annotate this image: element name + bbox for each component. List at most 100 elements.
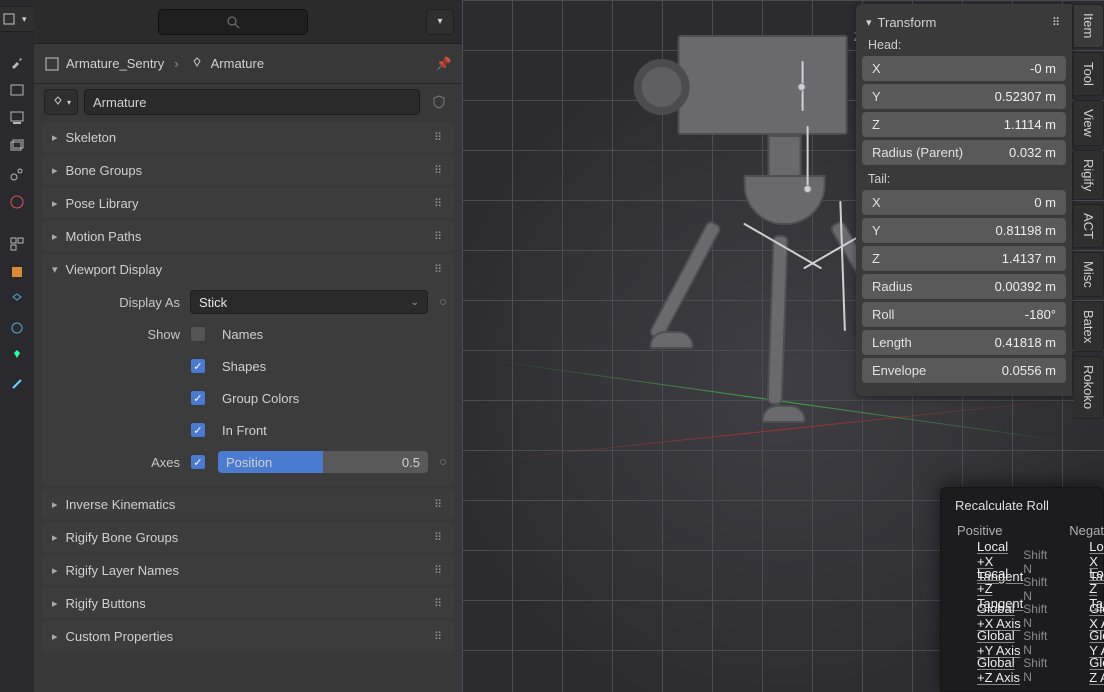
properties-panel: ▾ Armature_Sentry › Armature 📌 ▾ Armatur… (34, 0, 462, 692)
breadcrumb-object[interactable]: Armature_Sentry (44, 56, 164, 72)
panel-motion-paths[interactable]: ▸Motion Paths⠿ (42, 221, 454, 251)
display-as-dropdown[interactable]: Stick ⌄ (190, 290, 428, 314)
show-label: Show (50, 327, 190, 342)
mi-global-ny-axis[interactable]: Global -Y AxisShift N (1067, 629, 1104, 656)
datablock-browse[interactable]: ▾ (44, 89, 78, 115)
chevron-right-icon: ▸ (52, 197, 58, 210)
chevron-right-icon: ▸ (52, 230, 58, 243)
pin-icon[interactable]: 📌 (436, 56, 452, 72)
panel-label: Bone Groups (66, 163, 143, 178)
in-front-label: In Front (222, 423, 267, 438)
collection-icon[interactable] (5, 232, 29, 256)
breadcrumb-object-label: Armature_Sentry (66, 56, 164, 71)
grip-icon[interactable]: ⠿ (434, 197, 444, 210)
panel-label: Rigify Buttons (66, 596, 146, 611)
radius-field[interactable]: Radius0.00392 m (862, 274, 1066, 299)
mi-global-px-axis[interactable]: Global +X AxisShift N (955, 602, 1053, 629)
tab-batex[interactable]: Batex (1074, 301, 1104, 352)
viewlayer-icon[interactable] (5, 134, 29, 158)
shapes-checkbox[interactable] (190, 358, 206, 374)
output-icon[interactable] (5, 106, 29, 130)
grip-icon[interactable]: ⠿ (434, 230, 444, 243)
tail-z-field[interactable]: Z1.4137 m (862, 246, 1066, 271)
chevron-down-icon: ⌄ (411, 297, 419, 308)
armature-name-field[interactable]: Armature (84, 89, 420, 115)
head-z-field[interactable]: Z1.1114 m (862, 112, 1066, 137)
tab-rigify[interactable]: Rigify (1074, 150, 1104, 201)
mi-local-pz-tangent[interactable]: Local +Z TangentShift N (955, 575, 1053, 602)
radius-parent-field[interactable]: Radius (Parent)0.032 m (862, 140, 1066, 165)
grip-icon[interactable]: ⠿ (434, 531, 444, 544)
grip-icon[interactable]: ⠿ (434, 131, 444, 144)
transform-header[interactable]: ▾Transform⠿ (862, 10, 1066, 34)
group-colors-checkbox[interactable] (190, 390, 206, 406)
grip-icon[interactable]: ⠿ (434, 263, 444, 276)
fake-user-icon[interactable] (426, 89, 452, 115)
col-negative: Negative (1067, 523, 1104, 538)
search-input[interactable] (158, 9, 308, 35)
armature-data-icon[interactable] (5, 344, 29, 368)
object-icon[interactable] (5, 260, 29, 284)
left-toolbar: ▾ (0, 0, 34, 692)
length-field[interactable]: Length0.41818 m (862, 330, 1066, 355)
panel-pose-library[interactable]: ▸Pose Library⠿ (42, 188, 454, 218)
chevron-down-icon: ▾ (866, 16, 872, 29)
roll-field[interactable]: Roll-180° (862, 302, 1066, 327)
panel-viewport-display[interactable]: ▾Viewport Display⠿ (42, 254, 454, 284)
head-y-field[interactable]: Y0.52307 m (862, 84, 1066, 109)
anim-dot[interactable] (440, 459, 446, 465)
chevron-right-icon: ▸ (52, 630, 58, 643)
render-icon[interactable] (5, 78, 29, 102)
panel-label: Skeleton (66, 130, 117, 145)
panel-bone-groups[interactable]: ▸Bone Groups⠿ (42, 155, 454, 185)
options-dropdown[interactable]: ▾ (426, 9, 454, 35)
panel-rigify-bone-groups[interactable]: ▸Rigify Bone Groups⠿ (42, 522, 454, 552)
tab-view[interactable]: View (1074, 100, 1104, 146)
panel-label: Rigify Layer Names (66, 563, 179, 578)
panel-skeleton[interactable]: ▸Skeleton⠿ (42, 122, 454, 152)
axes-position-slider[interactable]: Position 0.5 (218, 451, 428, 473)
head-x-field[interactable]: X-0 m (862, 56, 1066, 81)
panel-rigify-layer-names[interactable]: ▸ Rigify Layer Names ⠿ (42, 555, 454, 585)
in-front-checkbox[interactable] (190, 422, 206, 438)
mi-global-pz-axis[interactable]: Global +Z AxisShift N (955, 656, 1053, 683)
envelope-field[interactable]: Envelope0.0556 m (862, 358, 1066, 383)
chevron-right-icon: ▸ (52, 564, 58, 577)
axes-checkbox[interactable] (190, 454, 206, 470)
scene-icon[interactable] (5, 162, 29, 186)
mi-global-nx-axis[interactable]: Global -X AxisShift N (1067, 602, 1104, 629)
grip-icon[interactable]: ⠿ (434, 597, 444, 610)
grip-icon[interactable]: ⠿ (434, 564, 444, 577)
breadcrumb-data[interactable]: Armature (189, 56, 264, 72)
panel-inverse-kinematics[interactable]: ▸Inverse Kinematics⠿ (42, 489, 454, 519)
mi-global-nz-axis[interactable]: Global -Z AxisShift N (1067, 656, 1104, 683)
grip-icon[interactable]: ⠿ (434, 630, 444, 643)
panel-rigify-buttons[interactable]: ▸Rigify Buttons⠿ (42, 588, 454, 618)
world-icon[interactable] (5, 190, 29, 214)
chevron-right-icon: ▸ (52, 498, 58, 511)
tab-tool[interactable]: Tool (1074, 52, 1104, 96)
3d-viewport[interactable]: Z ▾Transform⠿ Head: X-0 m Y0.52307 m Z1.… (462, 0, 1104, 692)
tail-y-field[interactable]: Y0.81198 m (862, 218, 1066, 243)
names-checkbox[interactable] (190, 326, 206, 342)
panel-label: Custom Properties (66, 629, 174, 644)
dropdown-value: Stick (199, 295, 227, 310)
chevron-right-icon: › (174, 56, 178, 71)
grip-icon[interactable]: ⠿ (1052, 16, 1062, 29)
tail-x-field[interactable]: X0 m (862, 190, 1066, 215)
tab-misc[interactable]: Misc (1074, 252, 1104, 297)
mi-global-py-axis[interactable]: Global +Y AxisShift N (955, 629, 1053, 656)
shapes-label: Shapes (222, 359, 266, 374)
grip-icon[interactable]: ⠿ (434, 164, 444, 177)
tab-act[interactable]: ACT (1074, 204, 1104, 248)
tab-rokoko[interactable]: Rokoko (1074, 356, 1104, 418)
physics-icon[interactable] (5, 316, 29, 340)
bone-icon[interactable] (5, 372, 29, 396)
tool-options-icon[interactable] (5, 50, 29, 74)
modifier-icon[interactable] (5, 288, 29, 312)
anim-dot[interactable] (440, 299, 446, 305)
mi-local-nz-tangent[interactable]: Local -Z TangentShift N (1067, 575, 1104, 602)
panel-custom-properties[interactable]: ▸ Custom Properties ⠿ (42, 621, 454, 651)
grip-icon[interactable]: ⠿ (434, 498, 444, 511)
tab-item[interactable]: Item (1074, 4, 1104, 48)
